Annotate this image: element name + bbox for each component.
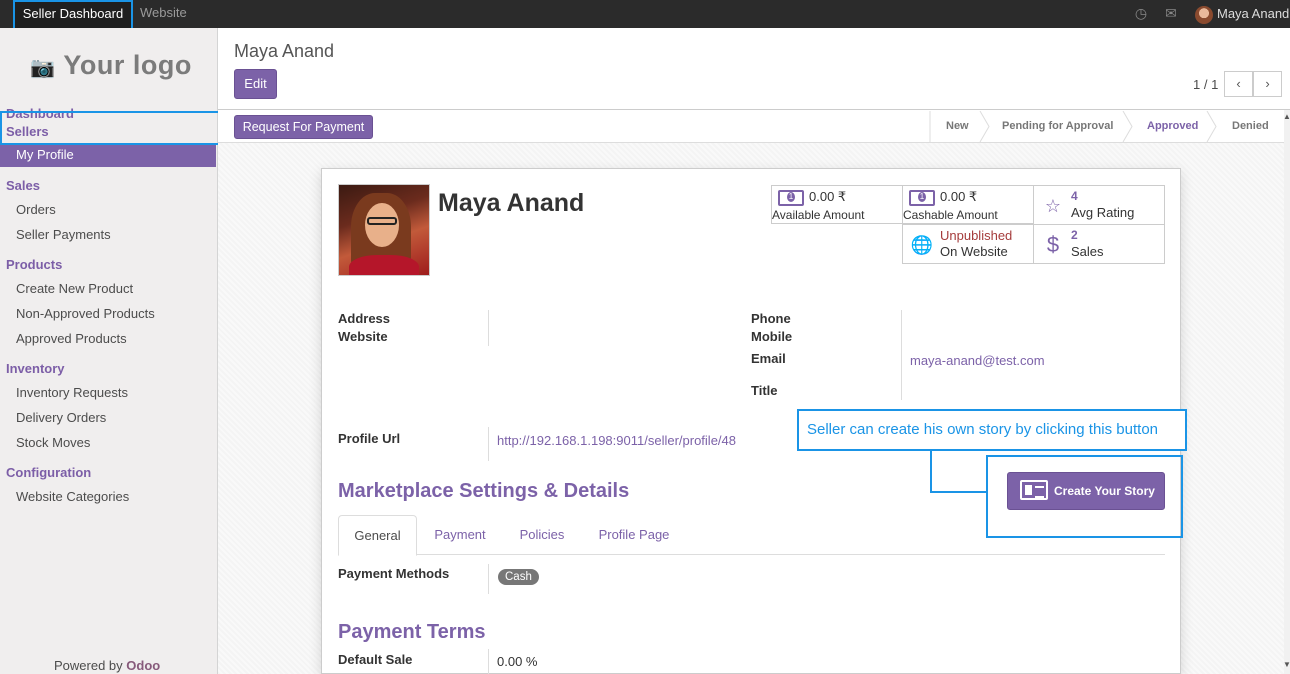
annotation-highlight-story-button	[986, 455, 1183, 538]
cashable-amount-label: Cashable Amount	[903, 208, 998, 222]
sidebar-item-configuration[interactable]: Configuration	[6, 465, 91, 480]
annotation-callout: Seller can create his own story by click…	[797, 409, 1187, 451]
money-icon	[909, 190, 935, 206]
tab-profile-page[interactable]: Profile Page	[588, 515, 680, 555]
sidebar-item-seller-payments[interactable]: Seller Payments	[16, 227, 111, 242]
default-sale-label: Default Sale	[338, 652, 413, 667]
app-website[interactable]: Website	[130, 0, 197, 28]
powered-by: Powered by Odoo	[54, 658, 161, 673]
odoo-link[interactable]: Odoo	[126, 658, 160, 673]
edit-button[interactable]: Edit	[234, 69, 277, 99]
pager-previous-button[interactable]: ‹	[1224, 71, 1253, 97]
available-amount-stat[interactable]: 0.00 ₹ Available Amount	[771, 185, 903, 224]
pager-next-button[interactable]: ›	[1253, 71, 1282, 97]
profile-url-label: Profile Url	[338, 431, 401, 446]
company-logo: 📷 Your logo	[30, 50, 192, 80]
request-payment-button[interactable]: Request For Payment	[234, 115, 373, 139]
website-publish-stat[interactable]: 🌐 Unpublished On Website	[902, 224, 1034, 264]
sidebar-item-inventory-requests[interactable]: Inventory Requests	[16, 385, 128, 400]
annotation-connector	[930, 451, 932, 493]
sidebar-item-delivery-orders[interactable]: Delivery Orders	[16, 410, 106, 425]
sidebar-item-orders[interactable]: Orders	[16, 202, 56, 217]
payment-terms-heading: Payment Terms	[338, 621, 486, 643]
default-sale-value: 0.00 %	[497, 654, 538, 669]
phone-label: Phone	[751, 311, 791, 326]
available-amount-label: Available Amount	[772, 208, 865, 222]
user-menu[interactable]: Maya Anand	[1195, 4, 1289, 24]
address-label: Address	[338, 311, 391, 326]
tab-general[interactable]: General	[338, 515, 417, 556]
sales-value: 2	[1071, 228, 1078, 242]
avg-rating-label: Avg Rating	[1071, 205, 1135, 220]
payment-methods-label: Payment Methods	[338, 566, 450, 581]
annotation-connector	[930, 491, 988, 493]
tab-payment[interactable]: Payment	[423, 515, 497, 555]
stage-new[interactable]: New	[946, 111, 969, 142]
sidebar-item-website-categories[interactable]: Website Categories	[16, 489, 129, 504]
payment-method-tag[interactable]: Cash	[498, 569, 539, 585]
chat-icon[interactable]: ✉	[1163, 5, 1179, 21]
clock-icon[interactable]: ◷	[1133, 5, 1149, 21]
marketplace-heading: Marketplace Settings & Details	[338, 480, 630, 502]
avg-rating-stat[interactable]: ☆ 4 Avg Rating	[1033, 185, 1165, 225]
cashable-amount-stat[interactable]: 0.00 ₹ Cashable Amount	[902, 185, 1034, 224]
sidebar-item-stock-moves[interactable]: Stock Moves	[16, 435, 90, 450]
sales-label: Sales	[1071, 244, 1104, 259]
scrollbar[interactable]: ▲ ▼	[1283, 110, 1290, 674]
sidebar-item-sales[interactable]: Sales	[6, 178, 40, 193]
scroll-down-icon[interactable]: ▼	[1283, 660, 1290, 669]
annotation-highlight-my-profile	[0, 111, 227, 145]
globe-icon: 🌐	[910, 235, 934, 255]
scroll-up-icon[interactable]: ▲	[1283, 112, 1290, 121]
profile-url-link[interactable]: http://192.168.1.198:9011/seller/profile…	[497, 433, 736, 448]
camera-icon: 📷	[30, 57, 56, 79]
stage-denied[interactable]: Denied	[1232, 111, 1269, 142]
status-bar: Request For Payment New Pending for Appr…	[218, 111, 1284, 143]
seller-photo[interactable]	[338, 184, 430, 276]
stage-approved[interactable]: Approved	[1147, 111, 1198, 142]
sidebar-item-my-profile[interactable]: My Profile	[0, 143, 216, 167]
money-icon	[778, 190, 804, 206]
avatar	[1195, 5, 1213, 24]
star-icon: ☆	[1044, 196, 1062, 216]
sidebar-item-inventory[interactable]: Inventory	[6, 361, 65, 376]
website-status-label: On Website	[940, 244, 1008, 259]
website-status: Unpublished	[940, 228, 1013, 243]
website-label: Website	[338, 329, 388, 344]
sidebar-item-products[interactable]: Products	[6, 257, 62, 272]
sidebar-item-create-new-product[interactable]: Create New Product	[16, 281, 133, 296]
email-label: Email	[751, 351, 786, 366]
tab-policies[interactable]: Policies	[507, 515, 577, 555]
control-panel: Maya Anand Edit 1 / 1 ‹ ›	[218, 28, 1290, 110]
stage-pending-approval[interactable]: Pending for Approval	[1002, 111, 1113, 142]
cashable-amount-value: 0.00 ₹	[940, 189, 978, 204]
top-navbar: Seller Dashboard Website ◷ ✉ Maya Anand	[0, 0, 1290, 35]
seller-name: Maya Anand	[438, 189, 585, 217]
pager-value: 1 / 1	[1193, 77, 1219, 92]
available-amount-value: 0.00 ₹	[809, 189, 847, 204]
title-label: Title	[751, 383, 778, 398]
sidebar-item-non-approved-products[interactable]: Non-Approved Products	[16, 306, 155, 321]
user-name: Maya Anand	[1217, 6, 1290, 21]
mobile-label: Mobile	[751, 329, 793, 344]
sales-stat[interactable]: $ 2 Sales	[1033, 224, 1165, 264]
sidebar-item-approved-products[interactable]: Approved Products	[16, 331, 127, 346]
breadcrumb: Maya Anand	[234, 41, 335, 61]
email-link[interactable]: maya-anand@test.com	[910, 353, 1045, 368]
dollar-icon: $	[1046, 232, 1060, 257]
avg-rating-value: 4	[1071, 189, 1078, 203]
